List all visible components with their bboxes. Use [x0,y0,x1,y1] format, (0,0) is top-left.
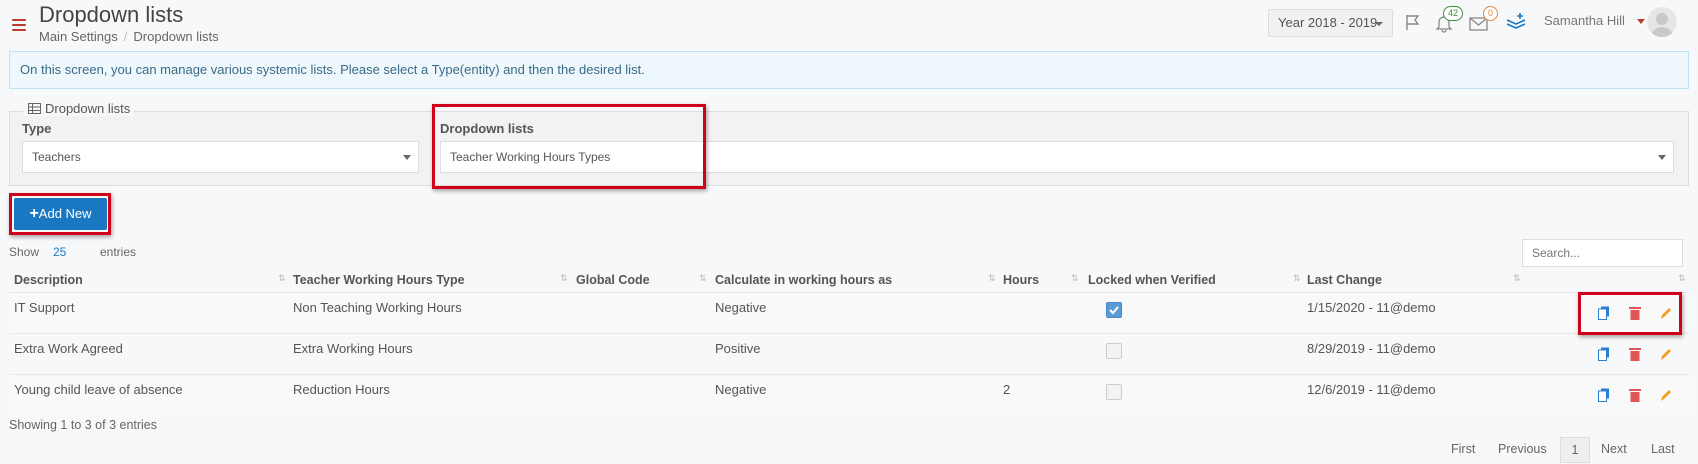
flag-icon[interactable] [1404,13,1422,31]
sort-icon[interactable]: ⇅ [699,273,707,284]
trash-icon[interactable] [1629,347,1641,361]
table-row: Extra Work Agreed Extra Working Hours Po… [9,333,1689,374]
year-select[interactable]: Year 2018 - 2019 [1268,9,1393,37]
cell-calculate: Negative [715,300,767,315]
messages-button[interactable]: 0 [1469,6,1499,34]
chevron-down-icon [1375,22,1383,26]
column-header-calculate[interactable]: Calculate in working hours as [715,269,892,291]
locked-checkbox[interactable] [1106,384,1122,400]
page-title: Dropdown lists [39,2,184,27]
locked-checkbox[interactable] [1106,302,1122,318]
cell-calculate: Negative [715,382,767,397]
cell-description: Extra Work Agreed [14,341,123,356]
column-header-last-change[interactable]: Last Change [1307,269,1382,291]
type-select-value: Teachers [32,150,81,164]
avatar[interactable] [1647,7,1677,37]
notifications-button[interactable]: 42 [1434,6,1464,34]
cell-working-hours-type: Extra Working Hours [293,341,413,356]
trash-icon[interactable] [1629,388,1641,402]
pagination-next[interactable]: Next [1601,437,1627,461]
sort-icon[interactable]: ⇅ [560,273,568,284]
chevron-down-icon[interactable] [1637,19,1645,24]
hamburger-menu-icon[interactable] [12,19,26,33]
highlight-box-row-actions [1578,292,1682,335]
breadcrumb: Main Settings / Dropdown lists [39,29,219,44]
user-menu[interactable]: Samantha Hill [1544,13,1625,28]
cell-description: Young child leave of absence [14,382,183,397]
checkmark-icon [1109,306,1119,315]
edit-pencil-icon[interactable] [1660,347,1672,361]
cell-working-hours-type: Reduction Hours [293,382,390,397]
copy-icon[interactable] [1598,388,1610,402]
layers-add-icon[interactable] [1505,12,1527,32]
entries-label: entries [100,245,137,259]
breadcrumb-item-main-settings[interactable]: Main Settings [39,29,118,44]
chevron-down-icon [403,155,411,160]
column-header-global-code[interactable]: Global Code [576,269,650,291]
sort-icon[interactable]: ⇅ [1513,273,1521,284]
cell-calculate: Positive [715,341,761,356]
sort-icon[interactable]: ⇅ [988,273,996,284]
column-header-hours[interactable]: Hours [1003,269,1039,291]
sort-icon[interactable]: ⇅ [278,273,286,284]
cell-working-hours-type: Non Teaching Working Hours [293,300,462,315]
cell-last-change: 1/15/2020 - 11@demo [1307,300,1436,315]
notifications-badge: 42 [1443,6,1464,21]
cell-description: IT Support [14,300,75,315]
filters-legend: Dropdown lists [24,101,135,116]
sort-icon[interactable]: ⇅ [1293,273,1301,284]
cell-hours: 2 [1003,382,1011,397]
table-row: Young child leave of absence Reduction H… [9,374,1689,415]
year-select-value: Year 2018 - 2019 [1278,15,1378,30]
chevron-down-icon [1658,155,1666,160]
filters-legend-label: Dropdown lists [45,101,131,116]
column-header-locked[interactable]: Locked when Verified [1088,269,1216,291]
pagination-last[interactable]: Last [1651,437,1675,461]
locked-checkbox[interactable] [1106,343,1122,359]
column-header-description[interactable]: Description [14,269,83,291]
copy-icon[interactable] [1598,347,1610,361]
column-header-working-hours-type[interactable]: Teacher Working Hours Type [293,269,465,291]
table-info: Showing 1 to 3 of 3 entries [9,418,158,432]
page-size-select[interactable]: 25 [53,245,66,259]
type-label: Type [22,121,52,136]
breadcrumb-item-dropdown-lists: Dropdown lists [133,29,219,44]
info-alert: On this screen, you can manage various s… [9,51,1689,89]
pagination-first[interactable]: First [1451,437,1475,461]
search-input[interactable] [1522,239,1683,267]
type-select[interactable]: Teachers [22,141,419,173]
table-row: IT Support Non Teaching Working Hours Ne… [9,292,1689,333]
table-icon [28,103,41,114]
show-label: Show [9,245,40,259]
highlight-box-dropdown-list [432,104,706,189]
pagination-current-page[interactable]: 1 [1560,437,1590,463]
cell-last-change: 8/29/2019 - 11@demo [1307,341,1436,356]
edit-pencil-icon[interactable] [1660,388,1672,402]
messages-badge: 0 [1483,6,1499,21]
sort-icon[interactable]: ⇅ [1678,273,1686,284]
highlight-box-add-new [9,193,111,235]
sort-icon[interactable]: ⇅ [1071,273,1079,284]
user-avatar-icon [1651,13,1673,37]
cell-last-change: 12/6/2019 - 11@demo [1307,382,1436,397]
pagination-previous[interactable]: Previous [1498,437,1547,461]
